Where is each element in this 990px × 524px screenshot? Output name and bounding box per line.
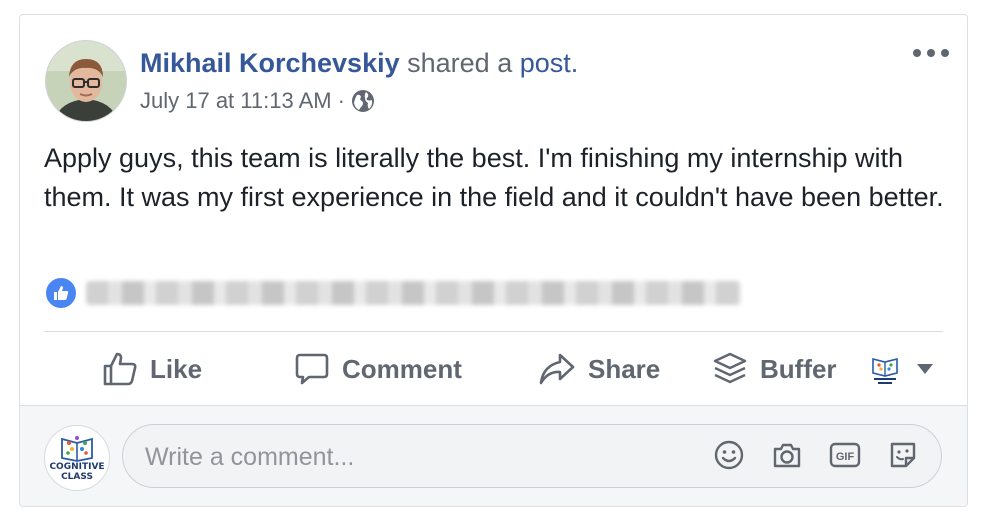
comment-button[interactable]: Comment: [294, 333, 462, 405]
buffer-stack-icon: [713, 352, 747, 384]
comment-composer: COGNITIVE CLASS Write a comment... GIF: [20, 406, 967, 506]
composer-divider: [20, 405, 967, 406]
post-header: Mikhail Korchevskiy shared a post.: [140, 46, 578, 80]
comment-box: GIF: [122, 424, 942, 489]
post-card: Mikhail Korchevskiy shared a post. July …: [19, 14, 968, 507]
more-dot: [927, 49, 935, 57]
thumbs-up-icon: [103, 352, 137, 386]
comment-input[interactable]: [143, 425, 707, 489]
author-avatar[interactable]: [45, 40, 127, 122]
reactions-divider: [44, 331, 943, 332]
like-button[interactable]: Like: [102, 333, 202, 405]
reactions-summary[interactable]: [44, 276, 741, 310]
like-badge-icon: [44, 276, 78, 310]
gif-icon[interactable]: GIF: [829, 439, 861, 471]
more-dot: [913, 49, 921, 57]
cognitive-class-logo-icon: [61, 436, 93, 462]
post-body-text: Apply guys, this team is literally the b…: [44, 143, 944, 212]
shared-post-link[interactable]: post.: [520, 48, 579, 78]
share-arrow-icon: [539, 353, 575, 385]
more-options-icon[interactable]: [913, 43, 949, 63]
comment-label: Comment: [342, 353, 462, 384]
page-avatar[interactable]: COGNITIVE CLASS: [44, 425, 110, 491]
page-avatar-line1: COGNITIVE: [49, 462, 105, 472]
action-bar: Like Comment Share Buffer: [44, 333, 943, 405]
cognitive-class-mini-logo-icon: [872, 357, 898, 384]
post-timestamp-link[interactable]: July 17 at 11:13 AM: [140, 86, 332, 116]
share-label: Share: [588, 353, 661, 384]
meta-separator: ·: [337, 88, 345, 113]
globe-icon[interactable]: [351, 89, 375, 113]
svg-text:GIF: GIF: [836, 451, 855, 463]
emoji-icon[interactable]: [713, 439, 745, 471]
sticker-icon[interactable]: [887, 439, 919, 471]
share-button[interactable]: Share: [538, 333, 660, 405]
comment-bubble-icon: [295, 353, 329, 385]
buffer-button[interactable]: Buffer: [712, 333, 837, 405]
buffer-label: Buffer: [760, 353, 837, 384]
page-avatar-line2: CLASS: [61, 472, 93, 482]
chevron-down-icon: [917, 364, 933, 374]
more-dot: [941, 49, 949, 57]
like-label: Like: [150, 353, 203, 384]
post-meta: July 17 at 11:13 AM ·: [140, 86, 375, 116]
camera-icon[interactable]: [771, 439, 803, 471]
shared-text: shared a: [407, 48, 513, 78]
post-as-selector[interactable]: [870, 333, 946, 405]
comment-tools: GIF: [713, 439, 919, 471]
blurred-reactors-names: [86, 281, 741, 305]
author-name-link[interactable]: Mikhail Korchevskiy: [140, 48, 400, 78]
